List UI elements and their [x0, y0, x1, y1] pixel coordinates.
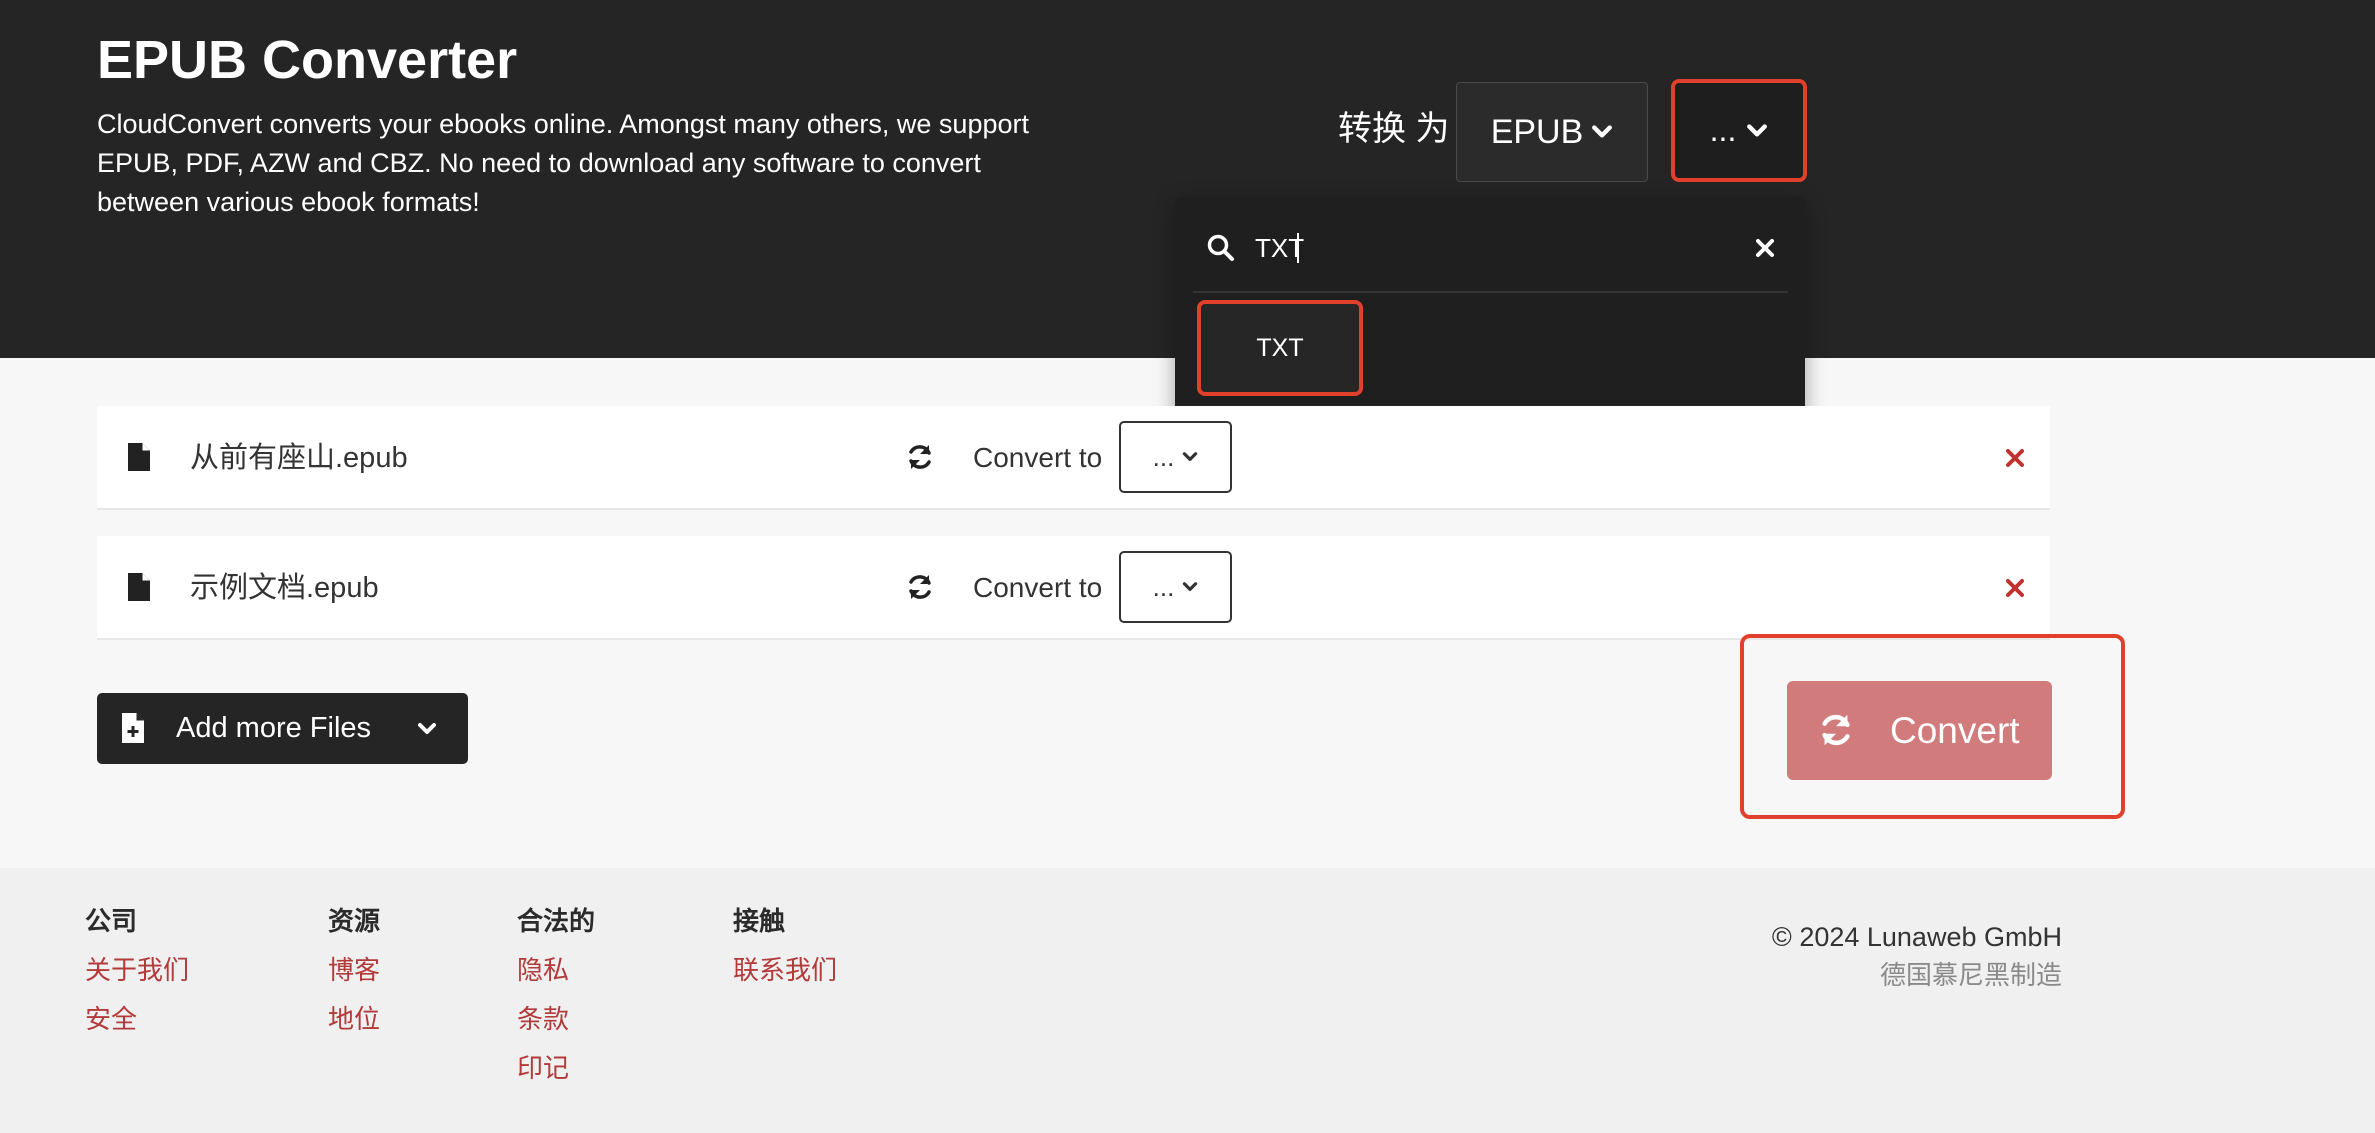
- file-name: 从前有座山.epub: [190, 442, 408, 474]
- refresh-icon: [909, 445, 931, 469]
- add-more-files-button[interactable]: Add more Files: [97, 693, 468, 764]
- close-icon[interactable]: [2003, 446, 2027, 470]
- format-dropdown: TXT: [1175, 197, 1805, 423]
- footer-link-status[interactable]: 地位: [328, 1002, 380, 1036]
- convert-to-label: Convert to: [973, 442, 1103, 473]
- page-title: EPUB Converter: [97, 30, 518, 90]
- convert-button-label: Convert: [1890, 710, 2020, 751]
- footer-link-about[interactable]: 关于我们: [85, 953, 189, 987]
- format-search-input[interactable]: [1255, 225, 1695, 271]
- search-icon: [1207, 234, 1234, 261]
- footer-column-contact: 接触 联系我们: [733, 904, 837, 1002]
- refresh-icon: [1822, 714, 1850, 746]
- convert-to-label: Convert to: [973, 572, 1103, 603]
- format-option-txt[interactable]: TXT: [1197, 300, 1363, 396]
- copyright-text: © 2024 Lunaweb GmbH: [1771, 922, 2062, 952]
- chevron-down-icon[interactable]: [417, 719, 437, 739]
- clear-search-icon[interactable]: [1750, 233, 1780, 263]
- footer-link-contact[interactable]: 联系我们: [733, 953, 837, 987]
- chevron-down-icon: [1183, 452, 1198, 461]
- chevron-down-icon: [1592, 125, 1613, 138]
- file-plus-icon: [122, 713, 144, 743]
- file-icon: [128, 573, 150, 601]
- target-format-select[interactable]: ...: [1671, 79, 1807, 182]
- text-cursor: [1297, 233, 1299, 263]
- file-row: 从前有座山.epub Convert to ...: [97, 406, 2050, 510]
- chevron-down-icon: [1747, 123, 1768, 136]
- copyright-block: © 2024 Lunaweb GmbH 德国慕尼黑制造: [1772, 920, 2062, 992]
- footer-column-legal: 合法的 隐私 条款 印记: [517, 904, 595, 1100]
- footer-link-terms[interactable]: 条款: [517, 1002, 595, 1036]
- source-format-value: EPUB: [1490, 112, 1584, 151]
- footer-link-privacy[interactable]: 隐私: [517, 953, 595, 987]
- chevron-down-icon: [1183, 582, 1198, 591]
- target-format-value: ...: [1709, 112, 1737, 148]
- footer: 公司 关于我们 安全 资源 博客 地位 合法的 隐私 条款 印记 接触 联系我们…: [0, 868, 2375, 1133]
- footer-heading: 合法的: [517, 906, 596, 936]
- made-in-text: 德国慕尼黑制造: [1879, 960, 2062, 990]
- file-target-select[interactable]: ...: [1119, 421, 1232, 493]
- footer-heading: 资源: [328, 906, 381, 936]
- page-description: CloudConvert converts your ebooks online…: [97, 109, 1029, 217]
- close-icon[interactable]: [2003, 576, 2027, 600]
- footer-column-resources: 资源 博客 地位: [328, 904, 380, 1051]
- footer-heading: 接触: [733, 906, 786, 936]
- file-name: 示例文档.epub: [190, 572, 379, 604]
- add-more-files-label: Add more Files: [176, 712, 372, 744]
- refresh-icon: [909, 575, 931, 599]
- footer-column-company: 公司 关于我们 安全: [85, 904, 189, 1051]
- source-format-select[interactable]: EPUB: [1456, 82, 1648, 182]
- footer-link-imprint[interactable]: 印记: [517, 1051, 595, 1085]
- footer-heading: 公司: [85, 906, 138, 936]
- convert-to-label: 转换 为: [1338, 110, 1450, 148]
- dropdown-divider: [1193, 291, 1788, 293]
- file-target-value: ...: [1152, 441, 1175, 472]
- file-target-value: ...: [1152, 571, 1175, 602]
- file-row: 示例文档.epub Convert to ...: [97, 536, 2050, 640]
- file-target-select[interactable]: ...: [1119, 551, 1232, 623]
- footer-link-security[interactable]: 安全: [85, 1002, 189, 1036]
- file-icon: [128, 443, 150, 471]
- footer-link-blog[interactable]: 博客: [328, 953, 380, 987]
- convert-button[interactable]: Convert: [1787, 681, 2052, 780]
